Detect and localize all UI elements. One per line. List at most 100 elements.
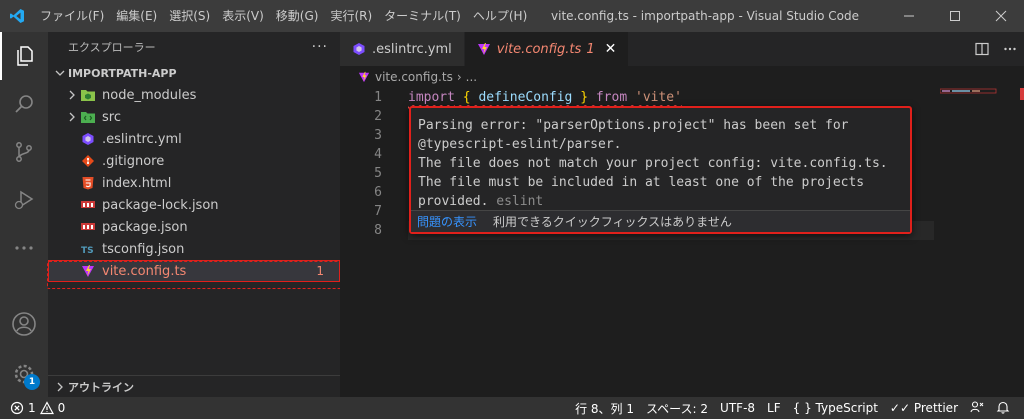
braces-icon: { } bbox=[792, 401, 812, 415]
breadcrumb-file[interactable]: vite.config.ts bbox=[375, 70, 453, 84]
line-number: 1 bbox=[374, 90, 382, 105]
error-line: The file must be included in at least on… bbox=[418, 175, 865, 190]
explorer-header: エクスプローラー ··· bbox=[48, 32, 340, 62]
tree-item-src[interactable]: src bbox=[48, 106, 340, 128]
error-message: Parsing error: "parserOptions.project" h… bbox=[411, 108, 910, 215]
more-actions-icon[interactable]: ··· bbox=[312, 39, 328, 55]
src-folder-icon bbox=[80, 109, 96, 125]
more-activity[interactable] bbox=[0, 224, 48, 272]
notifications-button[interactable] bbox=[990, 400, 1016, 417]
error-line: The file does not match your project con… bbox=[418, 156, 888, 171]
indentation[interactable]: スペース: 2 bbox=[640, 400, 714, 417]
breadcrumb-symbol[interactable]: ... bbox=[466, 70, 477, 84]
menu-selection[interactable]: 選択(S) bbox=[163, 0, 216, 32]
eslint-icon bbox=[352, 42, 366, 56]
encoding[interactable]: UTF-8 bbox=[714, 401, 761, 415]
tree-item-gitignore[interactable]: .gitignore bbox=[48, 150, 340, 172]
tab-bar: .eslintrc.yml vite.config.ts 1 ✕ bbox=[340, 32, 1024, 66]
file-name: src bbox=[102, 109, 121, 125]
error-icon bbox=[10, 401, 24, 415]
close-tab-icon[interactable]: ✕ bbox=[605, 41, 617, 57]
bell-icon bbox=[996, 401, 1010, 414]
ts-icon: TS bbox=[80, 241, 96, 257]
tree-item-index-html[interactable]: index.html bbox=[48, 172, 340, 194]
files-icon bbox=[17, 46, 33, 66]
error-count: 1 bbox=[28, 401, 36, 415]
language-label: TypeScript bbox=[815, 401, 878, 415]
html-icon bbox=[80, 175, 96, 191]
line-number: 4 bbox=[374, 147, 382, 162]
end-of-line[interactable]: LF bbox=[761, 401, 787, 415]
chevron-right-icon: › bbox=[456, 70, 462, 84]
minimize-icon bbox=[904, 15, 914, 17]
outline-title: アウトライン bbox=[68, 380, 134, 394]
status-right: 行 8、列 1 スペース: 2 UTF-8 LF { } TypeScript … bbox=[569, 400, 1024, 417]
problems-indicator[interactable]: 1 0 bbox=[0, 401, 65, 415]
feedback-button[interactable] bbox=[964, 400, 990, 417]
file-name: .gitignore bbox=[102, 153, 165, 169]
tab-eslintrc[interactable]: .eslintrc.yml bbox=[340, 32, 465, 66]
outline-section[interactable]: アウトライン bbox=[48, 375, 340, 397]
warning-icon bbox=[39, 401, 54, 415]
svg-text:TS: TS bbox=[81, 246, 94, 256]
tab-problem-count: 1 bbox=[586, 41, 595, 57]
source-control-activity[interactable] bbox=[0, 128, 48, 176]
more-actions-icon[interactable] bbox=[996, 42, 1024, 56]
title-bar: ファイル(F) 編集(E) 選択(S) 表示(V) 移動(G) 実行(R) ター… bbox=[0, 0, 1024, 32]
window-title: vite.config.ts - importpath-app - Visual… bbox=[551, 9, 859, 23]
line-number: 5 bbox=[374, 166, 382, 181]
split-editor-icon[interactable] bbox=[968, 42, 996, 56]
search-icon bbox=[15, 95, 33, 113]
menu-run[interactable]: 実行(R) bbox=[324, 0, 378, 32]
minimize-button[interactable] bbox=[886, 0, 932, 32]
project-name: IMPORTPATH-APP bbox=[68, 66, 177, 80]
error-hover-widget: Parsing error: "parserOptions.project" h… bbox=[409, 106, 912, 234]
explorer-activity[interactable] bbox=[0, 32, 48, 80]
warning-count: 0 bbox=[57, 401, 66, 415]
file-name: .eslintrc.yml bbox=[102, 131, 182, 147]
tree-item-package-json[interactable]: package.json bbox=[48, 216, 340, 238]
npm-icon bbox=[80, 197, 96, 213]
project-section[interactable]: IMPORTPATH-APP bbox=[48, 62, 340, 84]
vite-icon bbox=[477, 42, 491, 56]
cursor-position[interactable]: 行 8、列 1 bbox=[569, 400, 640, 417]
error-line: Parsing error: "parserOptions.project" h… bbox=[418, 118, 849, 133]
file-name: package-lock.json bbox=[102, 197, 219, 213]
view-problem-link[interactable]: 問題の表示 bbox=[417, 213, 477, 230]
tree-item-tsconfig[interactable]: TS tsconfig.json bbox=[48, 238, 340, 260]
tree-item-package-lock[interactable]: package-lock.json bbox=[48, 194, 340, 216]
double-check-icon: ✓✓ bbox=[889, 401, 911, 415]
chevron-down-icon bbox=[52, 68, 68, 78]
editor-actions bbox=[968, 32, 1024, 66]
menu-terminal[interactable]: ターミナル(T) bbox=[378, 0, 467, 32]
status-bar: 1 0 行 8、列 1 スペース: 2 UTF-8 LF { } TypeScr… bbox=[0, 397, 1024, 419]
menu-edit[interactable]: 編集(E) bbox=[110, 0, 163, 32]
language-mode[interactable]: { } TypeScript bbox=[787, 401, 884, 415]
prettier-status[interactable]: ✓✓ Prettier bbox=[884, 401, 964, 415]
tab-vite-config[interactable]: vite.config.ts 1 ✕ bbox=[464, 32, 630, 66]
run-debug-icon bbox=[14, 190, 34, 210]
manage-activity[interactable]: 1 bbox=[0, 350, 48, 398]
close-brace: } bbox=[580, 90, 589, 105]
run-debug-activity[interactable] bbox=[0, 176, 48, 224]
minimap[interactable] bbox=[940, 88, 1010, 148]
accounts-activity[interactable] bbox=[0, 300, 48, 348]
git-icon bbox=[80, 153, 96, 169]
menu-file[interactable]: ファイル(F) bbox=[34, 0, 110, 32]
tree-item-node-modules[interactable]: node_modules bbox=[48, 84, 340, 106]
tree-item-vite-config[interactable]: vite.config.ts 1 bbox=[48, 260, 340, 282]
maximize-button[interactable] bbox=[932, 0, 978, 32]
identifier: defineConfig bbox=[478, 90, 573, 105]
breadcrumb: vite.config.ts › ... bbox=[340, 66, 1024, 88]
activity-bar: 1 bbox=[0, 32, 48, 397]
close-window-button[interactable] bbox=[978, 0, 1024, 32]
chevron-right-icon bbox=[52, 382, 68, 392]
hover-status-bar: 問題の表示 利用できるクイックフィックスはありません bbox=[411, 210, 910, 232]
source-control-icon bbox=[16, 142, 32, 162]
menu-go[interactable]: 移動(G) bbox=[270, 0, 325, 32]
tree-item-eslintrc[interactable]: .eslintrc.yml bbox=[48, 128, 340, 150]
line-number: 6 bbox=[374, 185, 382, 200]
menu-view[interactable]: 表示(V) bbox=[216, 0, 270, 32]
code-editor[interactable]: 1 2 3 4 5 6 7 8 import { defineConfig } … bbox=[340, 88, 1024, 388]
search-activity[interactable] bbox=[0, 80, 48, 128]
